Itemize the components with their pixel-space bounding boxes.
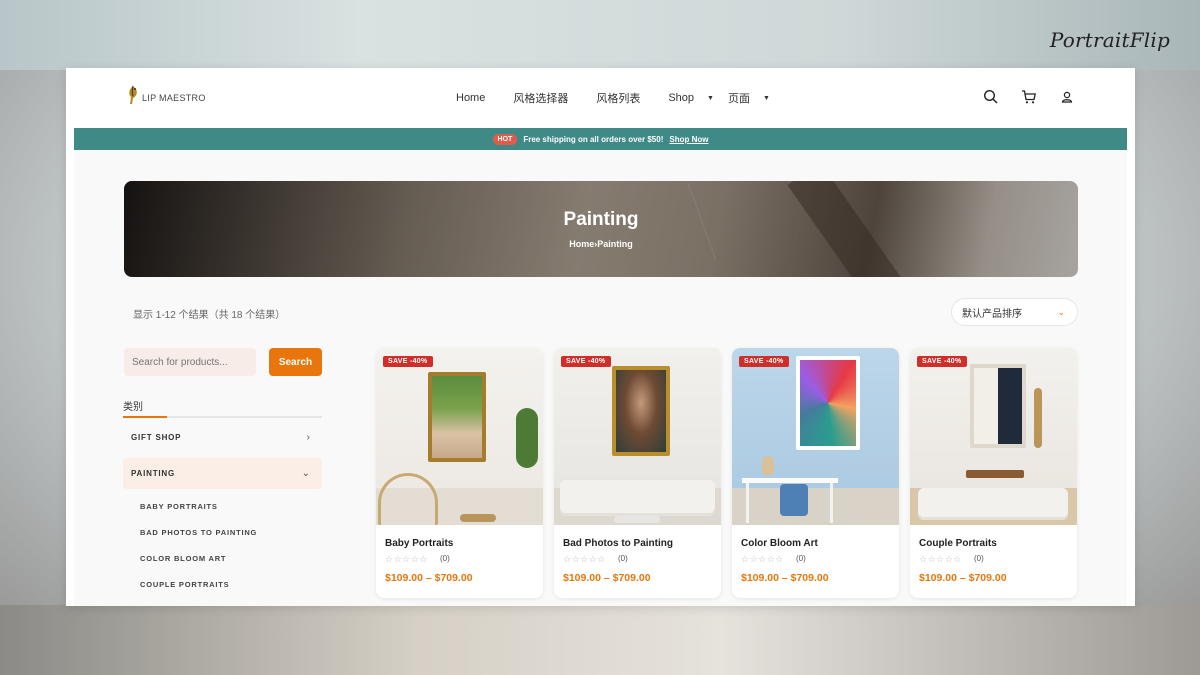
breadcrumb: Home›Painting: [124, 239, 1078, 249]
categories-divider-accent: [123, 416, 167, 418]
product-name[interactable]: Baby Portraits: [385, 538, 453, 549]
rating-stars-icon: ☆☆☆☆☆: [563, 554, 606, 564]
product-card-color-bloom-art[interactable]: SAVE -40% Color Bloom Art ☆☆☆☆☆ (0) $109…: [732, 348, 899, 598]
product-image: [554, 348, 721, 525]
rating-stars-icon: ☆☆☆☆☆: [741, 554, 784, 564]
rating-stars-icon: ☆☆☆☆☆: [919, 554, 962, 564]
nav-item-pages[interactable]: 页面 ▼: [728, 90, 770, 106]
product-search-input[interactable]: [124, 348, 256, 376]
caret-down-icon: ▼: [762, 94, 770, 102]
product-card-baby-portraits[interactable]: SAVE -40% Baby Portraits ☆☆☆☆☆ (0) $109.…: [376, 348, 543, 598]
promo-message: Free shipping on all orders over $50!: [523, 134, 664, 144]
chevron-right-icon: ›: [306, 432, 310, 443]
rating-stars-icon: ☆☆☆☆☆: [385, 554, 428, 564]
promo-bar: HOT Free shipping on all orders over $50…: [74, 128, 1127, 150]
categories-heading: 类别: [123, 402, 143, 413]
background-blur-bottom: [0, 605, 1200, 675]
product-price: $109.00 – $709.00: [919, 572, 1007, 584]
framed-portrait: [796, 356, 860, 450]
categories-divider: [123, 416, 322, 418]
product-price: $109.00 – $709.00: [385, 572, 473, 584]
nav-label: 风格列表: [596, 93, 641, 105]
nav-label: 风格选择器: [513, 93, 569, 105]
framed-portrait: [428, 372, 486, 462]
product-name[interactable]: Bad Photos to Painting: [563, 538, 673, 549]
shop-now-link[interactable]: Shop Now: [669, 135, 708, 144]
sort-dropdown[interactable]: 默认产品排序 ⌄: [951, 298, 1078, 326]
nav-label: Home: [456, 92, 486, 104]
main-nav: Home 风格选择器 风格列表 Shop ▼ 页面 ▼: [456, 90, 798, 106]
portraitflip-watermark-logo: PortraitFlip: [1049, 28, 1170, 52]
sale-badge: SAVE -40%: [917, 356, 967, 367]
category-gift-shop[interactable]: GIFT SHOP ›: [123, 422, 322, 453]
chevron-down-icon: ⌄: [1057, 306, 1065, 317]
site-logo-text: LIP MAESTRO: [142, 93, 206, 103]
framed-portrait: [970, 364, 1026, 448]
cart-icon[interactable]: [1021, 89, 1037, 105]
rating-count: (0): [796, 554, 806, 563]
sort-label: 默认产品排序: [962, 308, 1022, 320]
nav-item-home[interactable]: Home: [456, 92, 485, 104]
bird-logo-icon: [129, 85, 137, 104]
nav-item-style-selector[interactable]: 风格选择器: [513, 90, 568, 106]
website-screenshot: LIP MAESTRO Home 风格选择器 风格列表 Shop ▼ 页面 ▼ HO…: [66, 68, 1135, 606]
subcategory-couple-portraits[interactable]: COUPLE PORTRAITS: [140, 580, 229, 589]
background-blur-top: [0, 0, 1200, 70]
category-label: PAINTING: [131, 469, 176, 478]
site-logo[interactable]: LIP MAESTRO: [126, 84, 206, 106]
chevron-down-icon: ⌄: [301, 468, 310, 479]
sale-badge: SAVE -40%: [739, 356, 789, 367]
nav-item-shop[interactable]: Shop ▼: [668, 92, 714, 104]
subcategory-bad-photos-to-painting[interactable]: BAD PHOTOS TO PAINTING: [140, 528, 257, 537]
sale-badge: SAVE -40%: [383, 356, 433, 367]
hot-badge: HOT: [492, 133, 518, 145]
product-card-couple-portraits[interactable]: SAVE -40% Couple Portraits ☆☆☆☆☆ (0) $10…: [910, 348, 1077, 598]
product-price: $109.00 – $709.00: [563, 572, 651, 584]
nav-label: Shop: [668, 92, 695, 104]
page-hero-banner: Painting Home›Painting: [124, 181, 1078, 277]
sale-badge: SAVE -40%: [561, 356, 611, 367]
nav-label: 页面: [727, 93, 750, 105]
search-icon[interactable]: [983, 89, 999, 105]
category-label: GIFT SHOP: [131, 433, 182, 442]
nav-item-style-list[interactable]: 风格列表: [596, 90, 640, 106]
page-title: Painting: [563, 209, 639, 230]
category-painting[interactable]: PAINTING ⌄: [123, 458, 322, 489]
product-price: $109.00 – $709.00: [741, 572, 829, 584]
subcategory-baby-portraits[interactable]: BABY PORTRAITS: [140, 502, 218, 511]
result-count: 显示 1-12 个结果（共 18 个结果）: [133, 310, 286, 321]
product-image: [732, 348, 899, 525]
rating-count: (0): [974, 554, 984, 563]
product-card-bad-photos-to-painting[interactable]: SAVE -40% Bad Photos to Painting ☆☆☆☆☆ (…: [554, 348, 721, 598]
product-image: [376, 348, 543, 525]
breadcrumb-home-link[interactable]: Home: [569, 239, 594, 249]
header-icons: [983, 89, 1075, 105]
rating-count: (0): [618, 554, 628, 563]
site-header: LIP MAESTRO Home 风格选择器 风格列表 Shop ▼ 页面 ▼: [66, 68, 1135, 128]
framed-portrait: [612, 366, 670, 456]
caret-down-icon: ▼: [707, 94, 714, 102]
breadcrumb-current: Painting: [597, 239, 633, 249]
product-name[interactable]: Color Bloom Art: [741, 538, 818, 549]
product-name[interactable]: Couple Portraits: [919, 538, 997, 549]
rating-count: (0): [440, 554, 450, 563]
page-content: Painting Home›Painting 显示 1-12 个结果（共 18 …: [74, 150, 1127, 606]
subcategory-color-bloom-art[interactable]: COLOR BLOOM ART: [140, 554, 226, 563]
search-button[interactable]: Search: [269, 348, 322, 376]
product-image: [910, 348, 1077, 525]
user-icon[interactable]: [1059, 89, 1075, 105]
